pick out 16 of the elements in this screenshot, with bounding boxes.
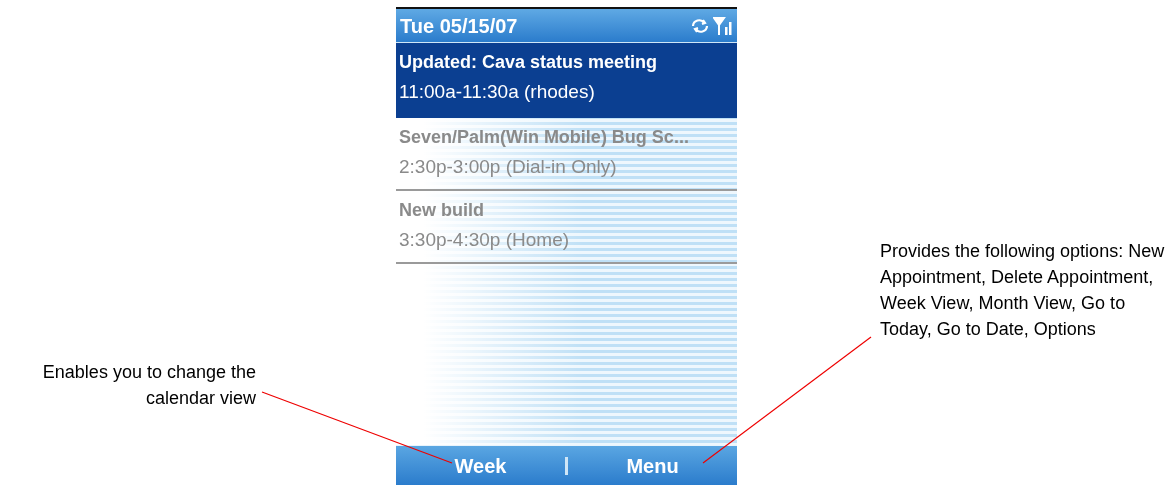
callout-text: Enables you to change the calendar view [41, 361, 256, 410]
softkey-button[interactable]: Week [396, 450, 565, 481]
appointment-title: Seven/Palm(Win Mobile) Bug Sc... [399, 126, 690, 149]
date-title: Tue 05/15/07 [400, 13, 518, 39]
appointment-time: 3:30p-4:30p (Home) [399, 228, 571, 252]
appointment-time: 2:30p-3:00p (Dial-in Only) [399, 155, 618, 179]
signal-icon [713, 15, 733, 36]
appointment-time: 11:00a-11:30a (rhodes) [399, 80, 596, 104]
appointment-item[interactable]: New build 3:30p-4:30p (Home) [396, 191, 737, 264]
appointment-title: Updated: Cava status meeting [399, 51, 659, 74]
softkey-button[interactable]: Menu [568, 450, 737, 481]
appointment-item[interactable]: Seven/Palm(Win Mobile) Bug Sc... 2:30p-3:00p (Dial-in Only) [396, 118, 737, 191]
appointment-item[interactable]: Updated: Cava status meeting 11:00a-11:30a (rhodes) [396, 43, 737, 118]
appointment-title: New build [399, 199, 485, 222]
callout-text: Provides the following options: New Appointment, Delete Appointment, Week View, Month View, Go to Today, Go to Date, Options [880, 240, 1166, 341]
sync-icon [689, 16, 711, 35]
